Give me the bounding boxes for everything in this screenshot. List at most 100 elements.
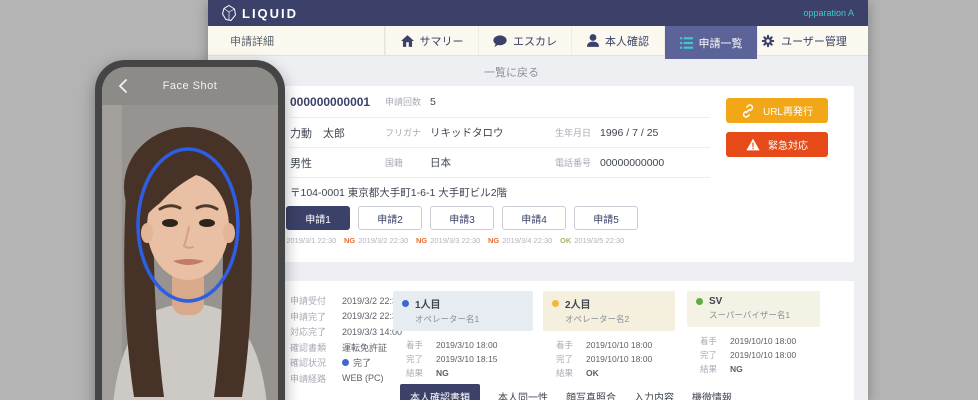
application-status: OK 2019/3/5 22:30 xyxy=(560,236,632,245)
furigana-value: リキッドタロウ xyxy=(430,127,504,139)
op-end-value: 2019/10/10 18:00 xyxy=(586,354,653,364)
applicant-attr-row: 男性 国籍 日本 電話番号 00000000000 xyxy=(290,148,710,178)
status-badge: OK xyxy=(560,236,572,245)
nav-item-escalation[interactable]: エスカレ xyxy=(478,26,571,55)
emergency-button[interactable]: 緊急対応 xyxy=(726,132,828,157)
op-start-value: 2019/3/10 18:00 xyxy=(436,340,498,350)
operator-title-text: SV xyxy=(709,296,723,307)
nav-item-summary[interactable]: サマリー xyxy=(385,26,478,55)
applicant-name-row: 力動 太郎 フリガナ リキッドタロウ 生年月日 1996 / 7 / 25 xyxy=(290,118,710,148)
operator-title: 1人目 xyxy=(402,296,524,311)
screenshot-canvas: LIQUID opparation A 申請詳細 サマリー エスカレ 本人確認 … xyxy=(0,0,978,400)
operator-title-text: 1人目 xyxy=(415,300,441,311)
op-end-label: 完了 xyxy=(406,354,424,364)
op-start-label: 着手 xyxy=(700,336,718,346)
gender-value: 男性 xyxy=(290,157,312,170)
address-value: 〒104-0001 東京都大手町1-6-1 大手町ビル2階 xyxy=(290,186,508,199)
application-count-value: 5 xyxy=(430,95,436,108)
detail-label: 申請経路 xyxy=(290,373,327,384)
back-to-list-link[interactable]: 一覧に戻る xyxy=(484,64,539,80)
tab-sensitive-info[interactable]: 機微情報 xyxy=(692,384,732,400)
nationality-value: 日本 xyxy=(430,157,451,169)
nav-bar: 申請詳細 サマリー エスカレ 本人確認 申請一覧 ユーザー管理 xyxy=(208,26,868,59)
application-tab-5[interactable]: 申請5 xyxy=(574,206,638,230)
nav-item-identity[interactable]: 本人確認 xyxy=(571,26,664,55)
detail-label: 確認書類 xyxy=(290,342,327,353)
status-badge: NG xyxy=(416,236,428,245)
status-badge: NG xyxy=(344,236,356,245)
operator-title: 2人目 xyxy=(552,296,666,311)
page-tab: 申請詳細 xyxy=(208,26,385,55)
detail-row: 申請受付 2019/3/2 22:30 xyxy=(290,293,402,309)
op-start-value: 2019/10/10 18:00 xyxy=(730,336,797,346)
op-start-label: 着手 xyxy=(556,340,574,350)
status-datetime: 2019/3/3 22:30 xyxy=(430,236,481,245)
page-tab-label: 申請詳細 xyxy=(230,35,274,48)
application-tab-1[interactable]: 申請1 xyxy=(286,206,350,230)
applicant-name: 力動 太郎 xyxy=(290,127,345,140)
gear-icon xyxy=(761,34,775,47)
detail-row: 確認状況 完了 xyxy=(290,355,402,371)
review-card: 申請受付 2019/3/2 22:30 申請完了 2019/3/2 22:30 … xyxy=(222,281,854,400)
nav-item-label: 申請一覧 xyxy=(698,37,743,50)
operator-dot-amber xyxy=(552,300,559,307)
emergency-label: 緊急対応 xyxy=(768,141,808,152)
operator-title-text: 2人目 xyxy=(565,300,591,311)
application-tab-4[interactable]: 申請4 xyxy=(502,206,566,230)
detail-value: 完了 xyxy=(342,356,371,369)
phone-header: Face Shot xyxy=(102,67,278,105)
nav-item-label: サマリー xyxy=(419,35,464,48)
nav-item-application-list[interactable]: 申請一覧 xyxy=(664,26,757,59)
op-end-label: 完了 xyxy=(700,350,718,360)
application-tab-3[interactable]: 申請3 xyxy=(430,206,494,230)
tab-identity-match[interactable]: 本人同一性 xyxy=(498,384,548,400)
operator-body: 着手 2019/3/10 18:00 完了 2019/3/10 18:15 結果 NG xyxy=(393,331,533,380)
reissue-url-label: URL再発行 xyxy=(762,107,813,118)
operator-name: オペレーター名2 xyxy=(565,314,630,324)
applicant-id: 000000000001 xyxy=(290,94,371,109)
tab-face-photo-match[interactable]: 顔写真照合 xyxy=(566,384,616,400)
op-start-value: 2019/10/10 18:00 xyxy=(586,340,653,350)
bottom-tabs: 本人確認書類 本人同一性 顔写真照合 入力内容 機微情報 xyxy=(400,384,732,400)
application-status: NG 2019/3/2 22:30 xyxy=(344,236,416,245)
detail-row: 申請完了 2019/3/2 22:30 xyxy=(290,309,402,325)
status-datetime: 2019/3/1 22:30 xyxy=(286,236,337,245)
op-result-value: NG xyxy=(436,368,449,378)
status-datetime: 2019/3/2 22:30 xyxy=(358,236,409,245)
face-photo xyxy=(102,105,278,400)
tab-identity-documents[interactable]: 本人確認書類 xyxy=(400,384,480,400)
op-end-value: 2019/10/10 18:00 xyxy=(730,350,797,360)
operator-body: 着手 2019/10/10 18:00 完了 2019/10/10 18:00 結果… xyxy=(687,327,820,376)
op-end-value: 2019/3/10 18:15 xyxy=(436,354,498,364)
liquid-drop-icon xyxy=(222,5,236,21)
applicant-card: 000000000001 申請回数 5 力動 太郎 フリガナ リキッドタロウ 生… xyxy=(222,86,854,262)
list-icon xyxy=(679,36,693,49)
nav-item-label: ユーザー管理 xyxy=(781,35,847,48)
account-name[interactable]: opparation A xyxy=(803,8,854,18)
tab-input-content[interactable]: 入力内容 xyxy=(634,384,674,400)
phone-value: 00000000000 xyxy=(600,156,665,169)
application-tabs: 申請1 申請2 申請3 申請4 申請5 xyxy=(286,206,638,230)
detail-row: 確認書類 運転免許証 xyxy=(290,340,402,356)
phone-label: 電話番号 xyxy=(555,158,592,168)
chat-icon xyxy=(493,34,507,47)
home-icon xyxy=(400,34,414,47)
detail-label: 申請完了 xyxy=(290,311,327,322)
back-chevron-icon[interactable] xyxy=(116,78,132,94)
portrait-illustration xyxy=(102,105,278,400)
application-tab-2[interactable]: 申請2 xyxy=(358,206,422,230)
app-window: LIQUID opparation A 申請詳細 サマリー エスカレ 本人確認 … xyxy=(208,0,868,400)
operator-name: スーパーバイザー名1 xyxy=(709,310,791,320)
op-result-label: 結果 xyxy=(700,364,718,374)
status-datetime: 2019/3/5 22:30 xyxy=(574,236,625,245)
operator-dot-blue xyxy=(402,300,409,307)
brand-name: LIQUID xyxy=(242,5,299,21)
phone-screen-title: Face Shot xyxy=(162,80,218,92)
nav-item-user-management[interactable]: ユーザー管理 xyxy=(757,26,850,55)
operator-card-header: 2人目 オペレーター名2 xyxy=(543,291,675,331)
furigana-label: フリガナ xyxy=(385,128,422,138)
phone-screen: Face Shot xyxy=(102,67,278,400)
detail-value-text: 完了 xyxy=(353,358,372,369)
reissue-url-button[interactable]: URL再発行 xyxy=(726,98,828,123)
nav-item-label: 本人確認 xyxy=(605,35,649,48)
